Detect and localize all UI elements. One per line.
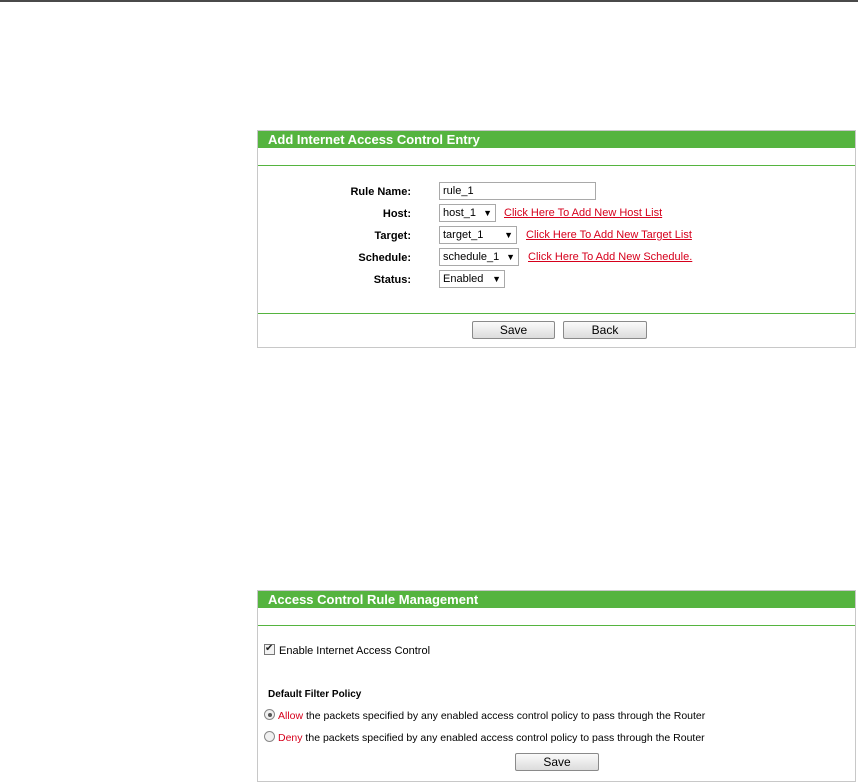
enable-access-control-row: ✔ Enable Internet Access Control xyxy=(264,643,431,658)
deny-description: the packets specified by any enabled acc… xyxy=(302,732,705,744)
allow-word: Allow xyxy=(278,710,304,722)
save-policy-button[interactable]: Save xyxy=(515,753,599,771)
checkmark-icon: ✔ xyxy=(265,643,274,654)
rule-name-input[interactable] xyxy=(439,182,596,200)
enable-access-control-checkbox[interactable]: ✔ xyxy=(264,643,275,655)
target-select[interactable]: target_1 ▼ xyxy=(439,226,517,244)
default-filter-policy-heading: Default Filter Policy xyxy=(268,688,361,702)
back-button[interactable]: Back xyxy=(563,321,647,339)
status-row: Status: Enabled ▼ xyxy=(258,270,855,290)
host-select-value: host_1 xyxy=(443,207,477,219)
schedule-row: Schedule: schedule_1 ▼ Click Here To Add… xyxy=(258,248,855,268)
host-select[interactable]: host_1 ▼ xyxy=(439,204,496,222)
host-label: Host: xyxy=(382,208,411,220)
policy-heading-text: Default Filter Policy xyxy=(268,689,362,700)
dropdown-arrow-icon: ▼ xyxy=(492,274,501,284)
status-select[interactable]: Enabled ▼ xyxy=(439,270,505,288)
status-select-value: Enabled xyxy=(443,273,484,285)
allow-option[interactable]: Allow the packets specified by any enabl… xyxy=(264,709,705,723)
add-target-link[interactable]: Click Here To Add New Target List xyxy=(526,226,692,244)
status-label: Status: xyxy=(373,274,411,286)
target-select-value: target_1 xyxy=(443,229,484,241)
deny-option[interactable]: Deny the packets specified by any enable… xyxy=(264,731,705,745)
rule-name-row: Rule Name: xyxy=(258,182,855,202)
add-entry-title: Add Internet Access Control Entry xyxy=(258,131,855,148)
deny-radio[interactable] xyxy=(264,731,275,742)
host-row: Host: host_1 ▼ Click Here To Add New Hos… xyxy=(258,204,855,224)
save-button[interactable]: Save xyxy=(472,321,555,339)
footer-divider xyxy=(258,313,855,314)
target-row: Target: target_1 ▼ Click Here To Add New… xyxy=(258,226,855,246)
rule-management-title: Access Control Rule Management xyxy=(258,591,855,608)
top-divider xyxy=(0,0,858,2)
add-host-link[interactable]: Click Here To Add New Host List xyxy=(504,204,662,222)
allow-radio[interactable] xyxy=(264,709,275,720)
add-entry-panel: Add Internet Access Control Entry Rule N… xyxy=(257,130,856,348)
dropdown-arrow-icon: ▼ xyxy=(504,230,513,240)
dropdown-arrow-icon: ▼ xyxy=(483,208,492,218)
rule-name-label: Rule Name: xyxy=(350,186,411,198)
rule-management-panel: Access Control Rule Management ✔ Enable I… xyxy=(257,590,856,782)
allow-description: the packets specified by any enabled acc… xyxy=(303,710,706,722)
panel-spacer xyxy=(258,148,855,166)
target-label: Target: xyxy=(374,230,411,242)
radio-selected-dot xyxy=(267,712,272,717)
schedule-select-value: schedule_1 xyxy=(443,251,500,263)
schedule-select[interactable]: schedule_1 ▼ xyxy=(439,248,519,266)
add-schedule-link[interactable]: Click Here To Add New Schedule. xyxy=(528,248,692,266)
deny-word: Deny xyxy=(278,732,303,744)
dropdown-arrow-icon: ▼ xyxy=(506,252,515,262)
schedule-label: Schedule: xyxy=(358,252,411,264)
panel-spacer xyxy=(258,608,855,626)
enable-access-control-label: Enable Internet Access Control xyxy=(279,645,431,657)
